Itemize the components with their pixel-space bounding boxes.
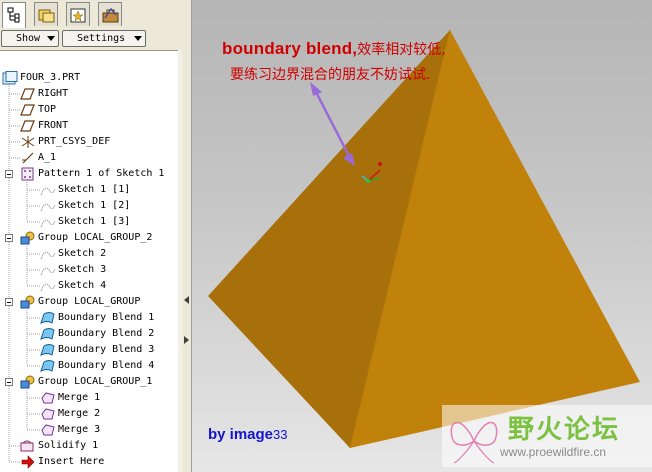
merge-icon [41,408,55,420]
author-credit: by image33 [208,426,288,443]
forum-watermark: 野火论坛 www.proewildfire.cn [442,405,652,467]
pattern-icon [21,167,34,181]
credit-number: 33 [273,427,288,442]
merge-icon [41,392,55,404]
expand-right-arrow-icon[interactable] [184,336,189,344]
annotation-line-1: boundary blend,效率相对较低, [222,39,446,59]
sketch-icon [40,283,56,292]
datum-plane-icon [20,104,35,116]
annotation-english: boundary blend, [222,39,358,58]
collapse-toggle-icon[interactable] [5,234,13,242]
datum-axis-icon [22,152,34,164]
sketch-icon [40,187,56,196]
insert-here-arrow-icon [21,455,35,469]
collapse-left-arrow-icon[interactable] [184,296,189,304]
model-tree-panel: Show Settings FOUR_3.PRT RIGHT TOP FRONT… [0,0,183,472]
collapse-toggle-icon[interactable] [5,298,13,306]
part-icon [2,71,18,85]
boundary-blend-icon [40,312,55,324]
leader-arrow [310,82,355,166]
datum-plane-icon [20,120,35,132]
sketch-icon [40,203,56,212]
group-icon [20,231,35,245]
collapse-toggle-icon[interactable] [5,170,13,178]
group-icon [20,375,35,389]
solidify-icon [20,440,34,452]
graphics-viewport[interactable]: boundary blend,效率相对较低, 要练习边界混合的朋友不妨试试. b… [192,0,652,472]
group-icon [20,295,35,309]
boundary-blend-icon [40,328,55,340]
watermark-url: www.proewildfire.cn [500,445,607,459]
watermark-title: 野火论坛 [508,415,621,445]
boundary-blend-icon [40,344,55,356]
collapse-toggle-icon[interactable] [5,378,13,386]
credit-text: by image [208,426,274,443]
csys-icon [21,136,35,148]
merge-icon [41,424,55,436]
annotation-line-2: 要练习边界混合的朋友不妨试试. [230,67,431,83]
annotation-chinese-1: 效率相对较低, [357,42,446,58]
panel-splitter[interactable] [182,0,192,472]
datum-plane-icon [20,88,35,100]
sketch-icon [40,251,56,260]
sketch-icon [40,267,56,276]
sketch-icon [40,219,56,228]
butterfly-logo-icon [450,421,498,464]
boundary-blend-icon [40,360,55,372]
